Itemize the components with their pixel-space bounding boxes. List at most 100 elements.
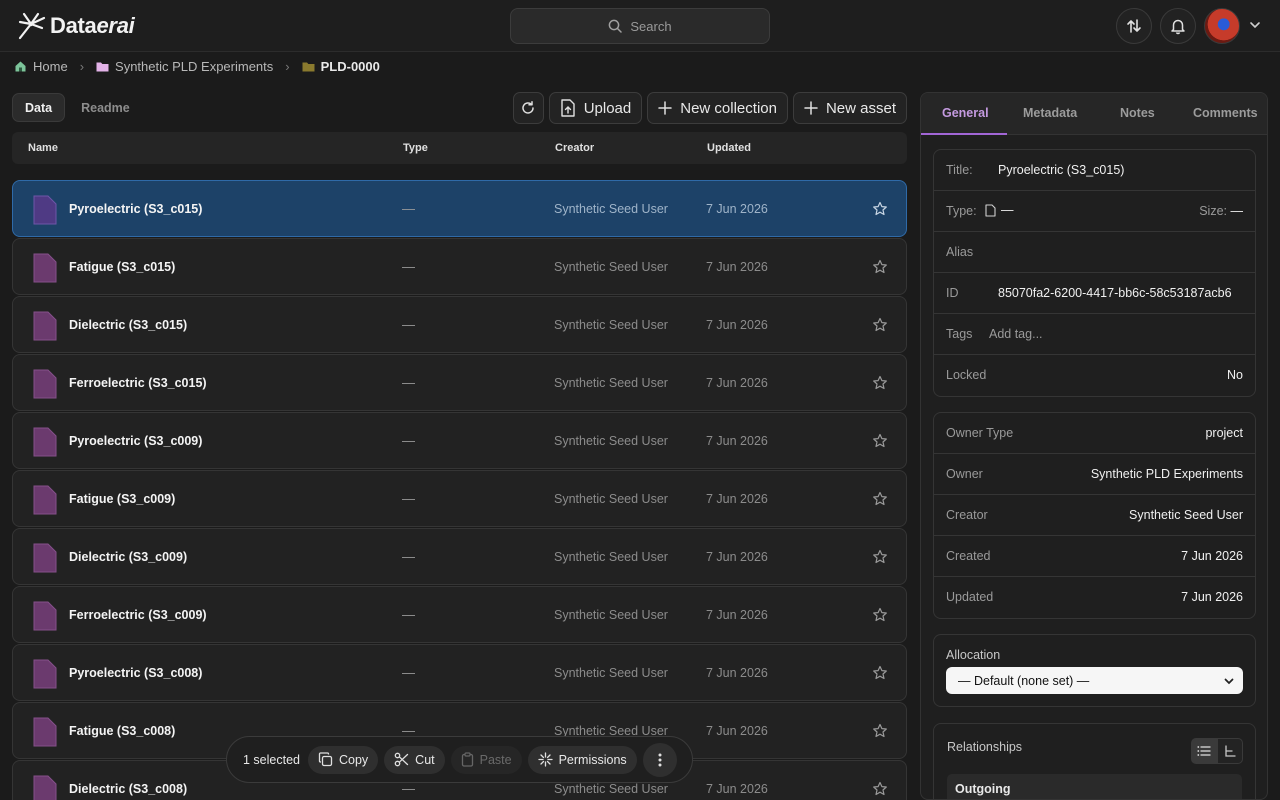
table-row[interactable]: Pyroelectric (S3_c009) — Synthetic Seed … [12,412,907,469]
chevron-down-icon [1224,678,1234,685]
column-header-type[interactable]: Type [403,142,428,154]
row-updated: 7 Jun 2026 [706,434,768,448]
outgoing-relationships-header[interactable]: Outgoing [947,774,1242,799]
table-row[interactable]: Fatigue (S3_c015) — Synthetic Seed User … [12,238,907,295]
table-row[interactable]: Dielectric (S3_c015) — Synthetic Seed Us… [12,296,907,353]
app-logo[interactable]: Dataerai [16,10,135,42]
permissions-button[interactable]: Permissions [527,745,637,774]
allocation-select[interactable]: — Default (none set) — [946,667,1243,694]
star-icon[interactable] [872,491,888,507]
row-name: Fatigue (S3_c008) [69,724,176,738]
row-name: Ferroelectric (S3_c009) [69,608,207,622]
file-icon [33,659,57,689]
row-creator: Synthetic Seed User [554,666,668,680]
tab-notes[interactable]: Notes [1120,106,1155,120]
star-icon[interactable] [872,375,888,391]
asset-title[interactable]: Pyroelectric (S3_c015) [998,163,1124,177]
row-name: Fatigue (S3_c015) [69,260,176,274]
breadcrumb-project[interactable]: Synthetic PLD Experiments [96,59,273,74]
copy-icon [318,752,333,767]
row-creator: Synthetic Seed User [554,376,668,390]
cut-button[interactable]: Cut [384,745,445,774]
file-icon [33,195,57,225]
logo-text: Dataerai [50,13,135,38]
search-bar[interactable]: Search [510,8,770,44]
home-icon [15,61,26,71]
breadcrumb-home[interactable]: Home [14,59,68,74]
selection-action-bar: 1 selected Copy Cut Paste Permissions [226,736,693,783]
locked-row: Locked No [946,368,1243,382]
list-view-button[interactable] [1191,738,1217,764]
locked-value: No [1227,368,1243,382]
row-creator: Synthetic Seed User [554,202,668,216]
star-icon[interactable] [872,781,888,797]
add-tag-input[interactable]: Add tag... [989,327,1043,341]
tab-general[interactable]: General [942,106,989,120]
row-creator: Synthetic Seed User [554,492,668,506]
row-name: Pyroelectric (S3_c009) [69,434,203,448]
copy-button[interactable]: Copy [307,745,379,774]
table-row[interactable]: Pyroelectric (S3_c015) — Synthetic Seed … [12,180,907,237]
file-icon [33,485,57,515]
file-icon [33,543,57,573]
star-icon[interactable] [872,665,888,681]
toolbar: Upload New collection New asset [512,92,907,124]
refresh-button[interactable] [512,92,544,124]
row-updated: 7 Jun 2026 [706,492,768,506]
user-avatar[interactable] [1204,8,1240,44]
clipboard-icon [461,752,473,767]
chevron-down-icon[interactable] [1248,18,1262,32]
row-updated: 7 Jun 2026 [706,318,768,332]
table-row[interactable]: Ferroelectric (S3_c015) — Synthetic Seed… [12,354,907,411]
upload-button[interactable]: Upload [548,92,643,124]
tab-comments[interactable]: Comments [1193,106,1258,120]
star-icon[interactable] [872,317,888,333]
file-icon [33,775,57,800]
folder-icon [96,62,109,71]
column-header-updated[interactable]: Updated [707,142,751,154]
creator-row: Creator Synthetic Seed User [934,495,1255,536]
file-icon [33,369,57,399]
star-icon[interactable] [872,201,888,217]
notifications-button[interactable] [1160,8,1196,44]
star-icon[interactable] [872,259,888,275]
row-updated: 7 Jun 2026 [706,608,768,622]
table-header: Name Type Creator Updated [12,132,907,164]
row-name: Pyroelectric (S3_c015) [69,202,203,216]
more-actions-button[interactable] [642,742,677,777]
new-collection-button[interactable]: New collection [647,92,788,124]
column-header-creator[interactable]: Creator [555,142,594,154]
row-creator: Synthetic Seed User [554,608,668,622]
transfer-button[interactable] [1116,8,1152,44]
table-row[interactable]: Pyroelectric (S3_c008) — Synthetic Seed … [12,644,907,701]
table-row[interactable]: Dielectric (S3_c009) — Synthetic Seed Us… [12,528,907,585]
tab-readme[interactable]: Readme [69,93,142,122]
table-row[interactable]: Ferroelectric (S3_c009) — Synthetic Seed… [12,586,907,643]
star-icon[interactable] [872,549,888,565]
tab-metadata[interactable]: Metadata [1023,106,1077,120]
tree-view-button[interactable] [1217,738,1243,764]
row-updated: 7 Jun 2026 [706,202,768,216]
permissions-icon [537,752,553,767]
row-name: Fatigue (S3_c009) [69,492,176,506]
paste-button[interactable]: Paste [450,745,522,774]
column-header-name[interactable]: Name [28,142,58,154]
row-name: Dielectric (S3_c009) [69,550,188,564]
file-icon [33,253,57,283]
row-type: — [402,375,415,390]
star-icon[interactable] [872,607,888,623]
star-icon[interactable] [872,433,888,449]
row-type: — [402,549,415,564]
alias-row[interactable]: Alias [934,232,1255,273]
row-creator: Synthetic Seed User [554,260,668,274]
row-updated: 7 Jun 2026 [706,724,768,738]
plus-icon [658,101,672,115]
tree-icon [1225,745,1236,757]
search-placeholder: Search [630,18,672,34]
tab-data[interactable]: Data [12,93,66,122]
refresh-icon [522,101,534,114]
row-creator: Synthetic Seed User [554,434,668,448]
new-asset-button[interactable]: New asset [792,92,907,124]
star-icon[interactable] [872,723,888,739]
table-row[interactable]: Fatigue (S3_c009) — Synthetic Seed User … [12,470,907,527]
